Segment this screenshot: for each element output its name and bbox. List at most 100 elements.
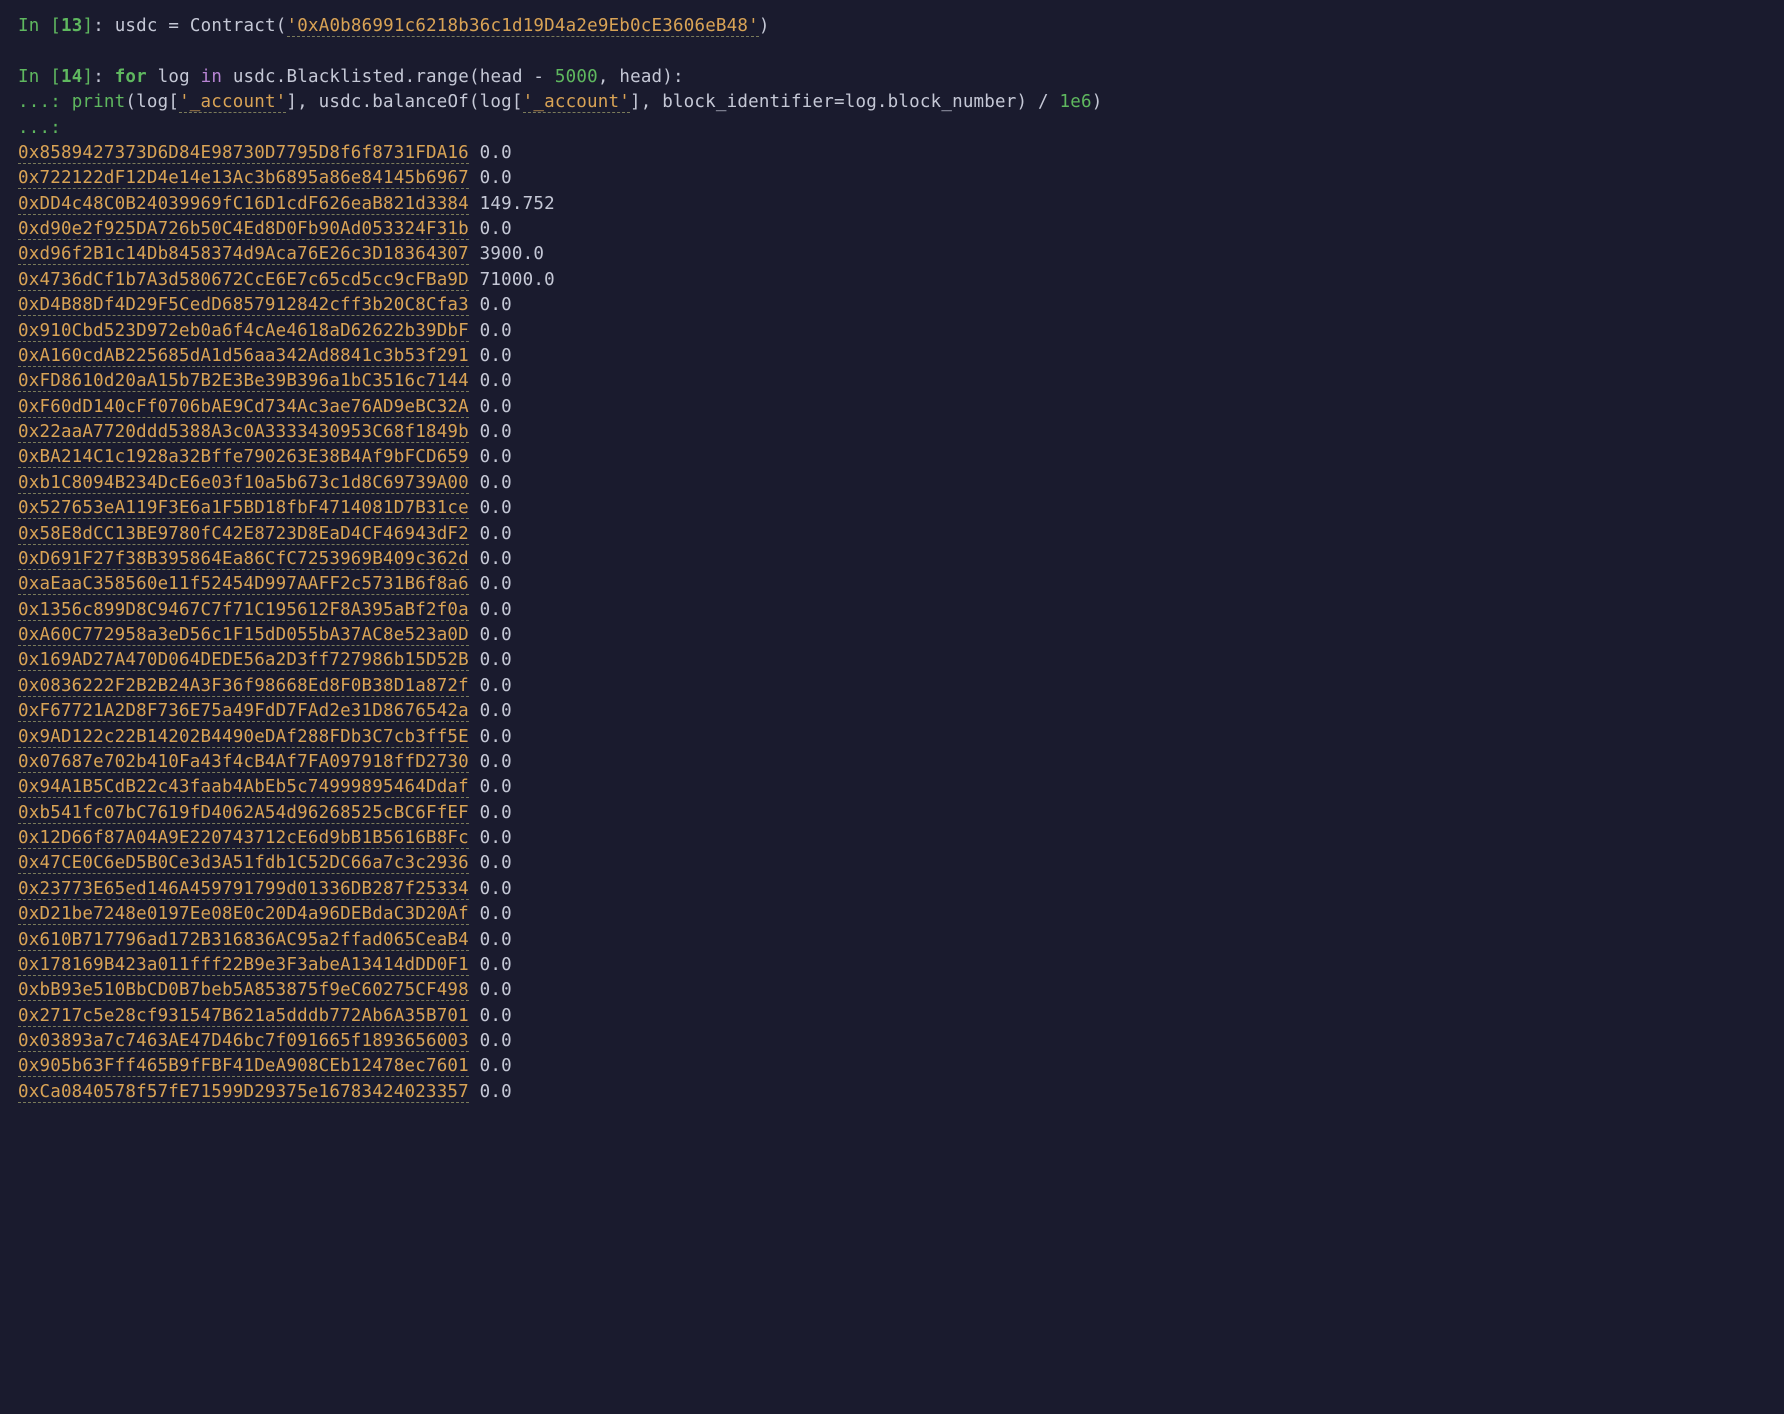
balance-value: 0.0 — [480, 498, 512, 518]
output-line: 0x8589427373D6D84E98730D7795D8f6f8731FDA… — [18, 141, 1766, 166]
balance-value: 0.0 — [480, 727, 512, 747]
blacklisted-address: 0x910Cbd523D972eb0a6f4cAe4618aD62622b39D… — [18, 321, 469, 342]
blacklisted-address: 0x58E8dCC13BE9780fC42E8723D8EaD4CF46943d… — [18, 524, 469, 545]
balance-value: 0.0 — [480, 600, 512, 620]
blacklisted-address: 0x9AD122c22B14202B4490eDAf288FDb3C7cb3ff… — [18, 727, 469, 748]
expr: ], usdc.balanceOf(log[ — [286, 92, 522, 112]
balance-value: 0.0 — [480, 397, 512, 417]
output-line: 0x47CE0C6eD5B0Ce3d3A51fdb1C52DC66a7c3c29… — [18, 851, 1766, 876]
output-block: 0x8589427373D6D84E98730D7795D8f6f8731FDA… — [18, 141, 1766, 1105]
blacklisted-address: 0x722122dF12D4e14e13Ac3b6895a86e84145b69… — [18, 168, 469, 189]
balance-value: 0.0 — [480, 676, 512, 696]
balance-value: 0.0 — [480, 1006, 512, 1026]
balance-value: 0.0 — [480, 650, 512, 670]
blacklisted-address: 0x03893a7c7463AE47D46bc7f091665f18936560… — [18, 1031, 469, 1052]
output-line: 0x4736dCf1b7A3d580672CcE6E7c65cd5cc9cFBa… — [18, 268, 1766, 293]
blacklisted-address: 0x8589427373D6D84E98730D7795D8f6f8731FDA… — [18, 143, 469, 164]
output-line: 0x2717c5e28cf931547B621a5dddb772Ab6A35B7… — [18, 1004, 1766, 1029]
prompt-in: In — [18, 16, 50, 36]
output-line: 0xFD8610d20aA15b7B2E3Be39B396a1bC3516c71… — [18, 369, 1766, 394]
balance-value: 0.0 — [480, 904, 512, 924]
output-line: 0xD4B88Df4D29F5CedD6857912842cff3b20C8Cf… — [18, 293, 1766, 318]
balance-value: 0.0 — [480, 574, 512, 594]
continuation-prompt: ...: — [18, 118, 61, 138]
blacklisted-address: 0xD4B88Df4D29F5CedD6857912842cff3b20C8Cf… — [18, 295, 469, 316]
blacklisted-address: 0x905b63Fff465B9fFBF41DeA908CEb12478ec76… — [18, 1056, 469, 1077]
blacklisted-address: 0xA60C772958a3eD56c1F15dD055bA37AC8e523a… — [18, 625, 469, 646]
blacklisted-address: 0x23773E65ed146A459791799d01336DB287f253… — [18, 879, 469, 900]
balance-value: 0.0 — [480, 828, 512, 848]
output-line: 0xF60dD140cFf0706bAE9Cd734Ac3ae76AD9eBC3… — [18, 395, 1766, 420]
output-line: 0xaEaaC358560e11f52454D997AAFF2c5731B6f8… — [18, 572, 1766, 597]
rparen: ) — [1092, 92, 1103, 112]
blacklisted-address: 0xCa0840578f57fE71599D29375e167834240233… — [18, 1082, 469, 1103]
output-line: 0x722122dF12D4e14e13Ac3b6895a86e84145b69… — [18, 166, 1766, 191]
output-line: 0x23773E65ed146A459791799d01336DB287f253… — [18, 877, 1766, 902]
output-line: 0x169AD27A470D064DEDE56a2D3ff727986b15D5… — [18, 648, 1766, 673]
bracket-close: ] — [82, 67, 93, 87]
builtin-print: print — [72, 92, 126, 112]
expr: log.block_number) — [845, 92, 1038, 112]
blacklisted-address: 0xd90e2f925DA726b50C4Ed8D0Fb90Ad053324F3… — [18, 219, 469, 240]
blacklisted-address: 0xF67721A2D8F736E75a49FdD7FAd2e31D867654… — [18, 701, 469, 722]
keyword-in: in — [201, 67, 222, 87]
prompt-number: 13 — [61, 16, 82, 36]
prompt-number: 14 — [61, 67, 82, 87]
blacklisted-address: 0xd96f2B1c14Db8458374d9Aca76E26c3D183643… — [18, 244, 469, 265]
output-line: 0x9AD122c22B14202B4490eDAf288FDb3C7cb3ff… — [18, 725, 1766, 750]
expr-end: , head): — [598, 67, 684, 87]
output-line: 0xb541fc07bC7619fD4062A54d96268525cBC6Ff… — [18, 801, 1766, 826]
bracket-close: ] — [82, 16, 93, 36]
rparen: ) — [759, 16, 770, 36]
output-line: 0xd90e2f925DA726b50C4Ed8D0Fb90Ad053324F3… — [18, 217, 1766, 242]
balance-value: 0.0 — [480, 321, 512, 341]
blacklisted-address: 0x527653eA119F3E6a1F5BD18fbF4714081D7B31… — [18, 498, 469, 519]
balance-value: 0.0 — [480, 549, 512, 569]
blacklisted-address: 0x12D66f87A04A9E220743712cE6d9bB1B5616B8… — [18, 828, 469, 849]
balance-value: 0.0 — [480, 447, 512, 467]
colon: : — [93, 16, 114, 36]
input-cell-14-line2: ...: print(log[ '_account'], usdc.balance… — [18, 90, 1766, 115]
blacklisted-address: 0x47CE0C6eD5B0Ce3d3A51fdb1C52DC66a7c3c29… — [18, 853, 469, 874]
variable-name: usdc — [115, 16, 169, 36]
equals: = — [168, 16, 189, 36]
blacklisted-address: 0x1356c899D8C9467C7f71C195612F8A395aBf2f… — [18, 600, 469, 621]
continuation-prompt: ...: — [18, 92, 72, 112]
balance-value: 0.0 — [480, 930, 512, 950]
output-line: 0x12D66f87A04A9E220743712cE6d9bB1B5616B8… — [18, 826, 1766, 851]
function-name: Contract — [190, 16, 276, 36]
output-line: 0x58E8dCC13BE9780fC42E8723D8EaD4CF46943d… — [18, 522, 1766, 547]
blacklisted-address: 0xDD4c48C0B24039969fC16D1cdF626eaB821d33… — [18, 194, 469, 215]
blacklisted-address: 0xA160cdAB225685dA1d56aa342Ad8841c3b53f2… — [18, 346, 469, 367]
balance-value: 3900.0 — [480, 244, 544, 264]
blacklisted-address: 0x22aaA7720ddd5388A3c0A3333430953C68f184… — [18, 422, 469, 443]
balance-value: 0.0 — [480, 752, 512, 772]
lparen: ( — [276, 16, 287, 36]
balance-value: 0.0 — [480, 625, 512, 645]
output-line: 0xDD4c48C0B24039969fC16D1cdF626eaB821d33… — [18, 192, 1766, 217]
string-literal: '0xA0b86991c6218b36c1d19D4a2e9Eb0cE3606e… — [287, 16, 759, 37]
output-line: 0xbB93e510BbCD0B7beb5A853875f9eC60275CF4… — [18, 978, 1766, 1003]
bracket-open: [ — [50, 16, 61, 36]
balance-value: 0.0 — [480, 473, 512, 493]
balance-value: 0.0 — [480, 371, 512, 391]
string-literal: '_account' — [523, 92, 630, 113]
blacklisted-address: 0xb541fc07bC7619fD4062A54d96268525cBC6Ff… — [18, 803, 469, 824]
prompt-in: In — [18, 67, 50, 87]
input-cell-14-line1: In [14]: for log in usdc.Blacklisted.ran… — [18, 65, 1766, 90]
output-line: 0x178169B423a011fff22B9e3F3abeA13414dDD0… — [18, 953, 1766, 978]
blacklisted-address: 0x178169B423a011fff22B9e3F3abeA13414dDD0… — [18, 955, 469, 976]
input-cell-14-line3: ...: — [18, 116, 1766, 141]
balance-value: 0.0 — [480, 955, 512, 975]
balance-value: 149.752 — [480, 194, 555, 214]
lparen: (log[ — [125, 92, 179, 112]
balance-value: 0.0 — [480, 524, 512, 544]
expr: ], block_identifier — [630, 92, 834, 112]
bracket-open: [ — [50, 67, 61, 87]
balance-value: 0.0 — [480, 422, 512, 442]
output-line: 0xF67721A2D8F736E75a49FdD7FAd2e31D867654… — [18, 699, 1766, 724]
balance-value: 0.0 — [480, 1082, 512, 1102]
output-line: 0xA60C772958a3eD56c1F15dD055bA37AC8e523a… — [18, 623, 1766, 648]
output-line: 0x1356c899D8C9467C7f71C195612F8A395aBf2f… — [18, 598, 1766, 623]
blacklisted-address: 0xD21be7248e0197Ee08E0c20D4a96DEBdaC3D20… — [18, 904, 469, 925]
